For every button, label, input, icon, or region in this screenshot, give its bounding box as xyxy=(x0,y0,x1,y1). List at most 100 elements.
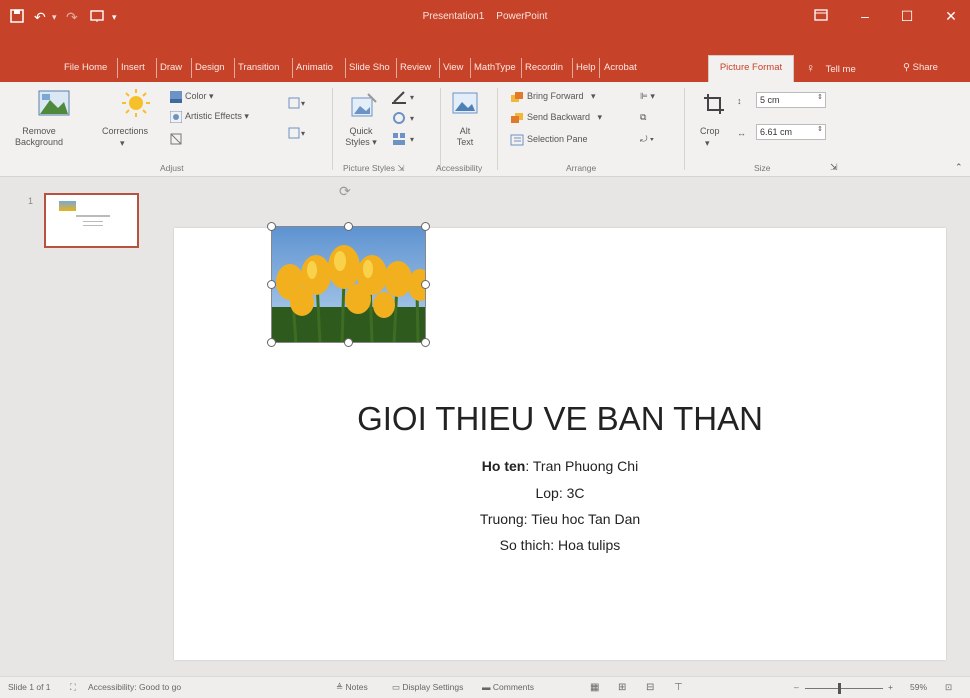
zoom-in-icon[interactable]: + xyxy=(888,682,893,692)
picture-border-icon[interactable]: ▾ xyxy=(392,90,418,109)
color-button[interactable]: Color ▾ xyxy=(185,91,214,102)
height-input[interactable]: 5 cm xyxy=(756,92,826,108)
share-button[interactable]: ⚲ Share xyxy=(903,58,938,78)
resize-handle[interactable] xyxy=(344,222,353,231)
body-line-name[interactable]: Ho ten: Tran Phuong Chi xyxy=(174,458,946,474)
compress-pictures-icon[interactable]: ▾ xyxy=(288,96,306,114)
resize-handle[interactable] xyxy=(421,222,430,231)
ribbon-separator xyxy=(332,88,333,170)
crop-dropdown-icon[interactable]: ▾ xyxy=(705,138,710,149)
slide-sorter-icon[interactable]: ⊞ xyxy=(618,682,626,693)
crop-icon[interactable] xyxy=(702,92,726,121)
tulip-picture[interactable] xyxy=(271,226,426,343)
tab-slide-show[interactable]: Slide Sho xyxy=(349,58,397,78)
selection-pane-button[interactable]: Selection Pane xyxy=(527,134,588,144)
resize-handle[interactable] xyxy=(421,338,430,347)
zoom-slider-thumb[interactable] xyxy=(838,683,841,694)
width-input[interactable]: 6.61 cm xyxy=(756,124,826,140)
corrections-button[interactable]: Corrections xyxy=(102,126,148,136)
slide-title[interactable]: GIOI THIEU VE BAN THAN xyxy=(174,400,946,438)
tab-view[interactable]: View xyxy=(443,58,471,78)
fit-slide-icon[interactable]: ⊡ xyxy=(945,682,952,693)
ribbon-separator xyxy=(497,88,498,170)
slide-show-icon[interactable]: ⊤ xyxy=(674,682,683,693)
send-backward-button[interactable]: Send Backward ▾ xyxy=(527,112,602,123)
resize-handle[interactable] xyxy=(267,222,276,231)
display-settings-button[interactable]: ▭ Display Settings xyxy=(392,682,463,693)
resize-handle[interactable] xyxy=(421,280,430,289)
line-label: Truong xyxy=(479,511,524,527)
resize-handle[interactable] xyxy=(267,338,276,347)
height-spinner-icon[interactable]: ⇕ xyxy=(817,93,823,101)
spell-check-icon[interactable]: ⛶ xyxy=(70,682,76,693)
color-label: Color xyxy=(185,91,207,101)
transparency-icon[interactable] xyxy=(170,132,182,150)
resize-handle[interactable] xyxy=(267,280,276,289)
artistic-effects-button[interactable]: Artistic Effects ▾ xyxy=(185,111,249,122)
reading-view-icon[interactable]: ⊟ xyxy=(646,682,654,693)
line-label: So thich xyxy=(499,537,551,553)
tab-insert[interactable]: Insert xyxy=(121,58,157,78)
normal-view-icon[interactable]: ▦ xyxy=(590,682,599,693)
corrections-icon[interactable] xyxy=(120,88,152,123)
alt-text-icon[interactable] xyxy=(452,92,478,125)
dialog-launcher-icon[interactable]: ⇲ xyxy=(397,163,404,173)
tab-help[interactable]: Help xyxy=(576,58,600,78)
accessibility-status[interactable]: Accessibility: Good to go xyxy=(88,682,181,692)
quick-styles-icon[interactable] xyxy=(350,92,378,125)
ribbon-separator xyxy=(684,88,685,170)
ribbon-display-options-icon[interactable] xyxy=(810,8,832,26)
rotate-icon[interactable]: ⤾ ▾ xyxy=(640,134,654,145)
picture-effects-icon[interactable]: ▾ xyxy=(392,111,418,130)
tab-transitions[interactable]: Transition xyxy=(238,58,293,78)
tab-review[interactable]: Review xyxy=(400,58,440,78)
alt-text-button[interactable]: Alt Text xyxy=(450,126,480,148)
rotate-handle-icon[interactable]: ⟳ xyxy=(339,183,355,199)
line-value: : 3C xyxy=(558,485,585,501)
zoom-out-icon[interactable]: – xyxy=(794,682,799,692)
line-value: : Tieu hoc Tan Dan xyxy=(523,511,641,527)
crop-button[interactable]: Crop xyxy=(700,126,720,136)
tab-recording[interactable]: Recordin xyxy=(525,58,573,78)
thumbnail-line xyxy=(83,221,103,222)
tell-me-search[interactable]: ♀ Tell me xyxy=(806,58,856,78)
zoom-level[interactable]: 59% xyxy=(910,682,927,692)
thumbnail-line xyxy=(83,225,103,226)
tab-animations[interactable]: Animatio xyxy=(296,58,346,78)
remove-background-label-2: Background xyxy=(14,137,64,147)
change-picture-icon[interactable]: ▾ xyxy=(288,126,306,144)
remove-background-icon[interactable] xyxy=(38,90,70,121)
body-line-hobby[interactable]: So thich: Hoa tulips xyxy=(174,537,946,553)
close-icon[interactable]: ✕ xyxy=(940,8,962,26)
maximize-icon[interactable]: ☐ xyxy=(896,8,918,26)
tab-mathtype[interactable]: MathType xyxy=(474,58,522,78)
picture-layout-icon[interactable]: ▾ xyxy=(392,132,418,151)
comments-button[interactable]: ▬ Comments xyxy=(482,682,534,692)
group-icon[interactable]: ⧉ xyxy=(640,112,646,123)
zoom-slider[interactable] xyxy=(805,688,883,689)
corrections-dropdown-icon[interactable]: ▾ xyxy=(120,138,125,149)
minimize-icon[interactable]: – xyxy=(854,8,876,26)
comment-icon: ▬ xyxy=(482,682,491,692)
tab-acrobat[interactable]: Acrobat xyxy=(604,58,637,78)
collapse-ribbon-icon[interactable]: ⌃ xyxy=(955,162,963,173)
quick-styles-label-1: Quick xyxy=(349,126,373,136)
slide-number: 1 xyxy=(28,196,34,206)
tab-picture-format[interactable]: Picture Format xyxy=(708,55,794,82)
resize-handle[interactable] xyxy=(344,338,353,347)
remove-background-button[interactable]: Remove Background xyxy=(8,126,70,148)
align-icon[interactable]: ⊫ ▾ xyxy=(640,91,655,102)
height-icon: ↕ xyxy=(737,96,742,106)
tab-design[interactable]: Design xyxy=(195,58,235,78)
width-spinner-icon[interactable]: ⇕ xyxy=(817,125,823,133)
body-line-class[interactable]: Lop: 3C xyxy=(174,485,946,501)
quick-styles-button[interactable]: Quick Styles ▾ xyxy=(344,126,378,148)
tab-home[interactable]: Home xyxy=(82,58,118,78)
notes-button[interactable]: ≜ Notes xyxy=(336,682,368,693)
tab-draw[interactable]: Draw xyxy=(160,58,192,78)
bring-forward-button[interactable]: Bring Forward ▾ xyxy=(527,91,596,102)
tab-file[interactable]: File xyxy=(64,58,79,78)
slide-thumbnail[interactable] xyxy=(44,193,139,248)
body-line-school[interactable]: Truong: Tieu hoc Tan Dan xyxy=(174,511,946,527)
size-dialog-launcher-icon[interactable]: ⇲ xyxy=(830,162,838,173)
